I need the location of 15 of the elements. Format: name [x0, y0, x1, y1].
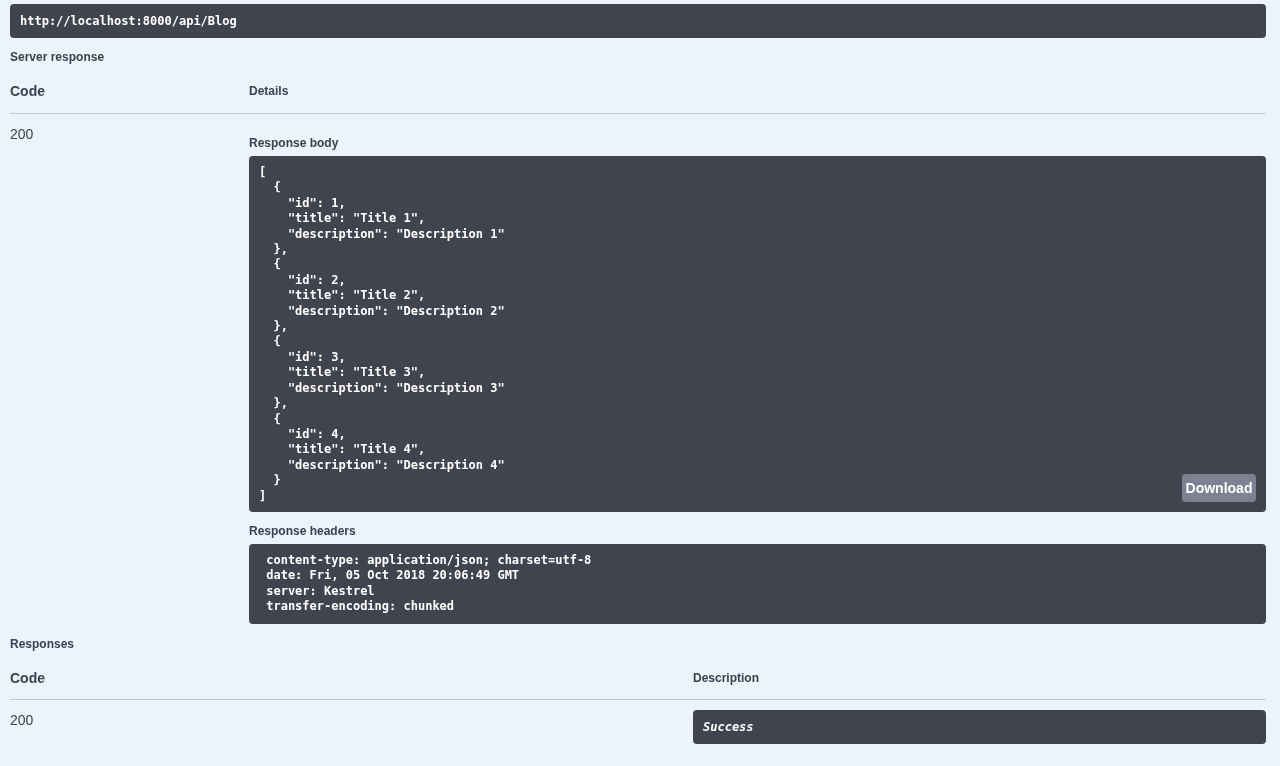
table-cell: 200: [10, 126, 34, 142]
column-header: Code: [10, 669, 46, 688]
section-title: Server response: [10, 49, 105, 65]
column-header: Description: [693, 670, 759, 686]
column-header: Details: [249, 83, 289, 99]
response-body-label: Response body: [249, 135, 339, 151]
column-header: Code: [10, 82, 46, 101]
json-text: [ { "id": 1, "title": "Title 1", "description": "Description 1" }, { "id": 2, "title": "Title 2", "description": "Description 2" }, { "id": 3, "title": "Title 3", "description": "Description 3" }, { "id": 4, "title": "Title 4", "description": "Description 4" } ]: [259, 165, 505, 504]
headers-code-block: content-type: application/json; charset=utf-8 date: Fri, 05 Oct 2018 20:06:49 GMT server: Kestrel transfer-encoding: chunked: [249, 544, 1266, 624]
description-value: Success: [693, 710, 1266, 744]
section-title: Responses: [10, 636, 75, 652]
request-url: http://localhost:8000/api/Blog: [10, 4, 1266, 38]
response-headers-label: Response headers: [249, 523, 356, 539]
table-cell: 200: [10, 712, 34, 728]
download-button[interactable]: Download: [1182, 474, 1256, 502]
